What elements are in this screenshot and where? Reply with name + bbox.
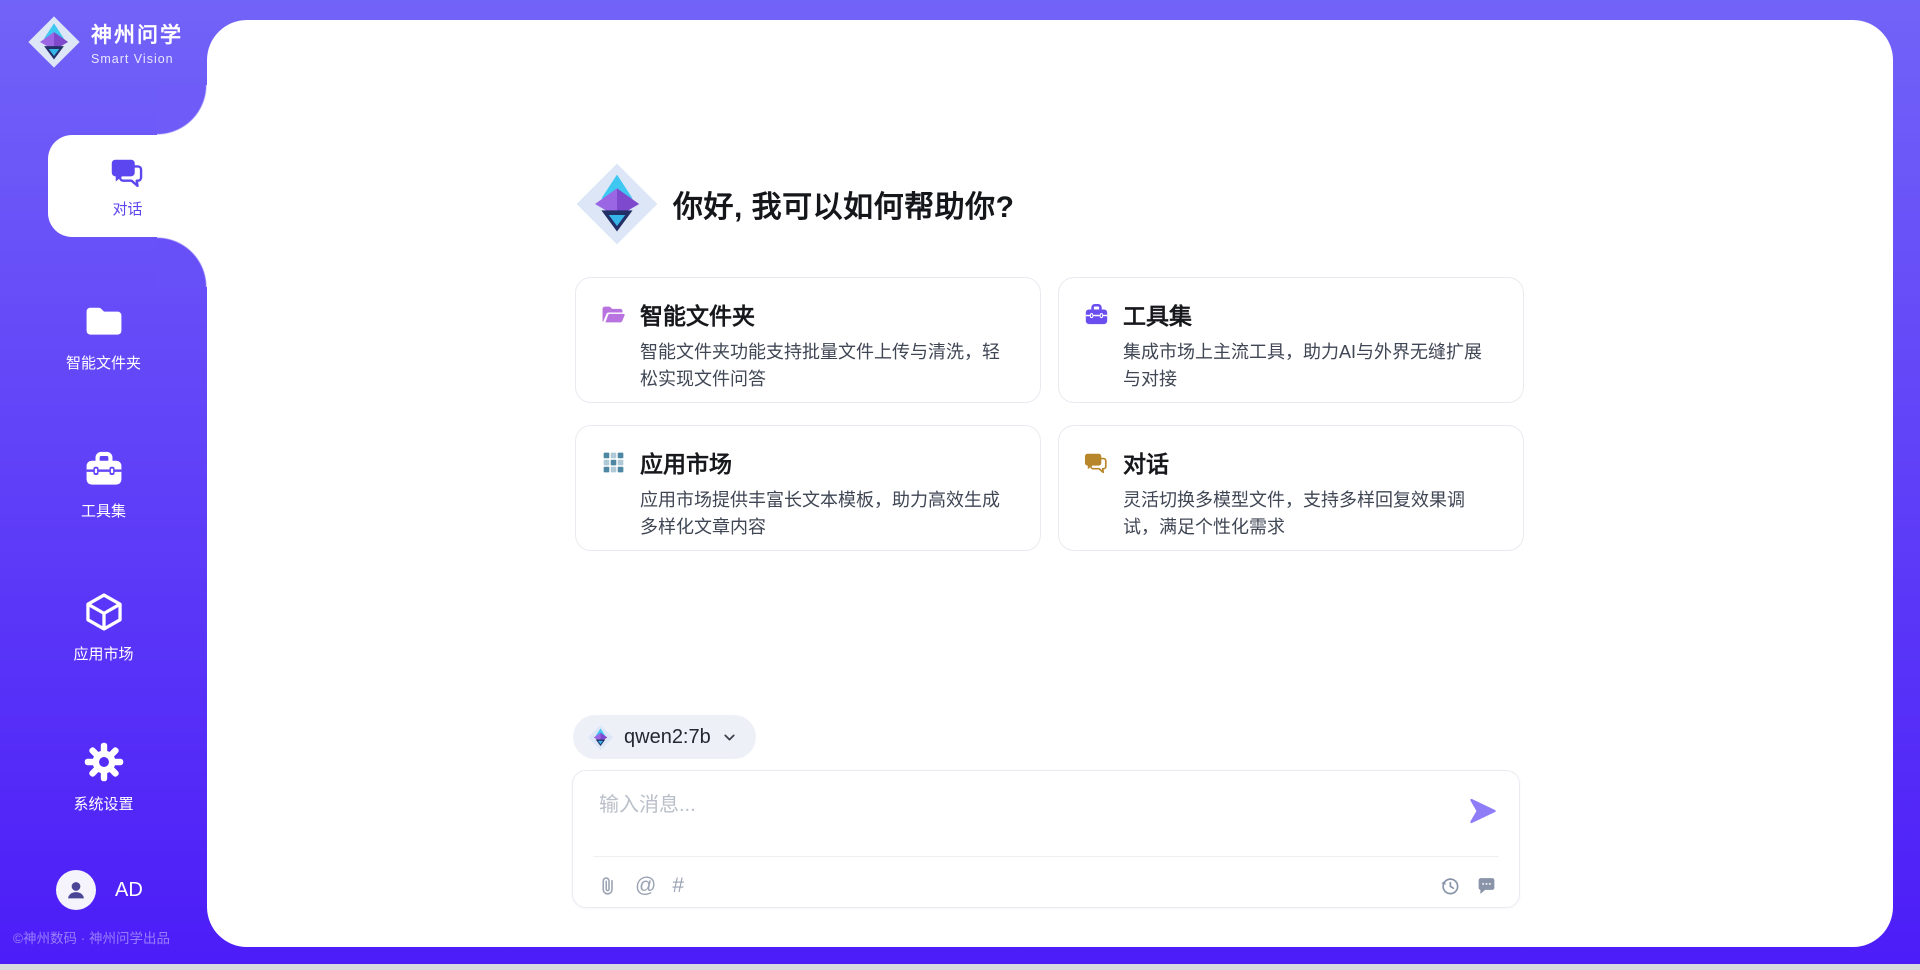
toolbox-icon (82, 447, 126, 491)
hash-icon: # (672, 875, 684, 896)
mention-button[interactable]: @ (635, 875, 656, 896)
greeting-logo-icon (573, 160, 661, 248)
send-icon (1468, 796, 1498, 826)
bottom-strip (0, 964, 1920, 970)
feedback-bubble-icon (1476, 875, 1497, 896)
card-description: 灵活切换多模型文件，支持多样回复效果调试，满足个性化需求 (1123, 487, 1499, 541)
composer-toolbar: @ # (598, 867, 1497, 903)
card-app-market[interactable]: 应用市场 应用市场提供丰富长文本模板，助力高效生成多样化文章内容 (575, 425, 1041, 551)
brand: 神州问学 Smart Vision (26, 14, 183, 70)
gear-icon (82, 740, 126, 784)
greeting-title: 你好, 我可以如何帮助你? (673, 182, 1015, 226)
paperclip-icon (598, 875, 619, 896)
card-description: 集成市场上主流工具，助力AI与外界无缝扩展与对接 (1123, 339, 1499, 393)
sidebar-item-chat[interactable]: 对话 (48, 135, 207, 237)
chat-icon (109, 153, 147, 191)
card-title: 智能文件夹 (640, 297, 755, 331)
sidebar-item-label: 应用市场 (73, 643, 133, 664)
history-icon (1439, 875, 1460, 896)
brand-subtitle: Smart Vision (91, 52, 183, 66)
model-selector[interactable]: qwen2:7b (573, 715, 756, 759)
user-initials: AD (115, 879, 143, 902)
brand-logo-icon (26, 14, 82, 70)
app-window: 神州问学 Smart Vision 对话 智能文件夹 (0, 0, 1920, 970)
chat-icon (1083, 449, 1110, 476)
greeting: 你好, 我可以如何帮助你? (573, 160, 1015, 248)
sidebar-item-tools[interactable]: 工具集 (0, 436, 207, 532)
message-input[interactable] (599, 788, 1439, 846)
toolbox-icon (1083, 301, 1110, 328)
card-smart-folders[interactable]: 智能文件夹 智能文件夹功能支持批量文件上传与清洗，轻松实现文件问答 (575, 277, 1041, 403)
sidebar-item-label: 系统设置 (73, 793, 133, 814)
person-icon (63, 877, 89, 903)
sidebar: 神州问学 Smart Vision 对话 智能文件夹 (0, 0, 207, 970)
message-composer: @ # (572, 770, 1520, 908)
avatar (56, 870, 96, 910)
sidebar-item-folders[interactable]: 智能文件夹 (0, 288, 207, 384)
topic-button[interactable]: # (672, 875, 684, 896)
model-name: qwen2:7b (624, 726, 711, 749)
folder-icon (82, 299, 126, 343)
grid-icon (600, 449, 627, 476)
card-description: 应用市场提供丰富长文本模板，助力高效生成多样化文章内容 (640, 487, 1016, 541)
card-title: 工具集 (1123, 297, 1192, 331)
chevron-down-icon (721, 729, 738, 746)
cube-icon (82, 590, 126, 634)
send-button[interactable] (1467, 796, 1499, 828)
card-title: 应用市场 (640, 445, 732, 479)
card-description: 智能文件夹功能支持批量文件上传与清洗，轻松实现文件问答 (640, 339, 1016, 393)
main-content: 你好, 我可以如何帮助你? 智能文件夹 智能文件夹功能支持批量文件上传与清洗，轻… (207, 20, 1893, 947)
user-profile[interactable]: AD (56, 870, 143, 910)
attach-file-button[interactable] (598, 875, 619, 896)
composer-divider (593, 856, 1499, 857)
card-toolset[interactable]: 工具集 集成市场上主流工具，助力AI与外界无缝扩展与对接 (1058, 277, 1524, 403)
at-sign-icon: @ (635, 875, 656, 896)
sidebar-item-market[interactable]: 应用市场 (0, 579, 207, 675)
card-title: 对话 (1123, 445, 1169, 479)
feedback-button[interactable] (1476, 875, 1497, 896)
sidebar-item-label: 智能文件夹 (66, 352, 141, 373)
sidebar-item-settings[interactable]: 系统设置 (0, 729, 207, 825)
card-chat[interactable]: 对话 灵活切换多模型文件，支持多样回复效果调试，满足个性化需求 (1058, 425, 1524, 551)
folder-open-icon (600, 301, 627, 328)
feature-cards: 智能文件夹 智能文件夹功能支持批量文件上传与清洗，轻松实现文件问答 工具 (575, 277, 1524, 551)
brand-name: 神州问学 (91, 19, 183, 49)
footer-credit: ©神州数码 · 神州问学出品 (13, 927, 170, 947)
sidebar-item-label: 工具集 (81, 500, 126, 521)
history-button[interactable] (1439, 875, 1460, 896)
sidebar-item-label: 对话 (112, 198, 142, 219)
brand-diamond-icon (587, 724, 614, 751)
brand-text: 神州问学 Smart Vision (91, 19, 183, 66)
